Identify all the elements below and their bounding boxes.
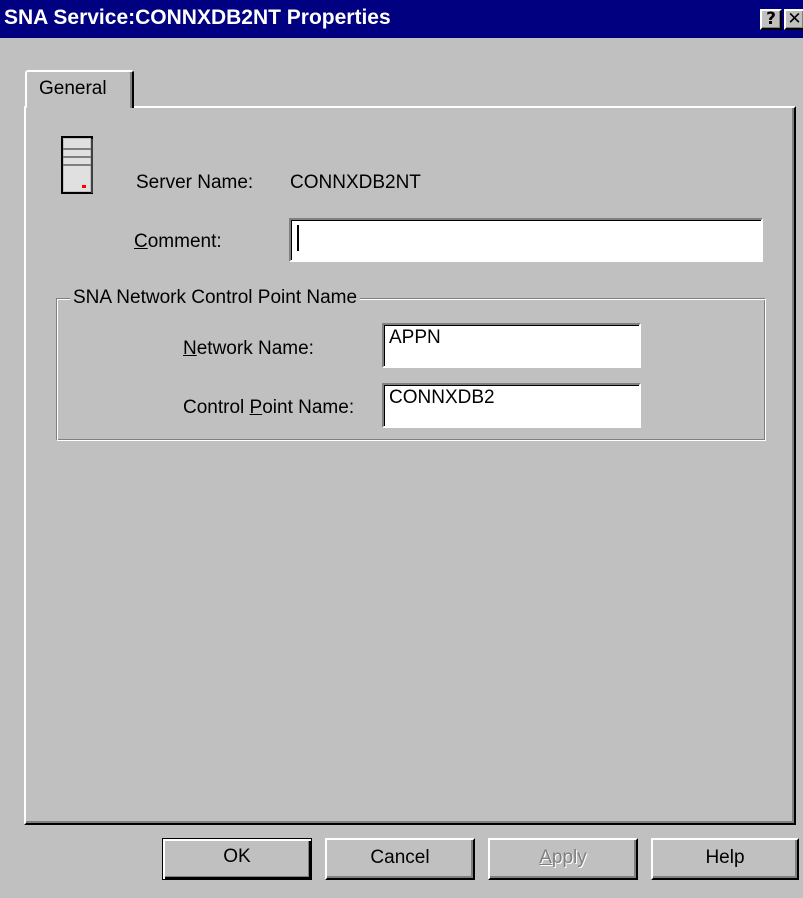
close-icon: ✕ xyxy=(787,9,802,29)
control-point-name-label: Control Point Name: xyxy=(183,397,355,418)
control-point-name-value: CONNXDB2 xyxy=(389,387,495,408)
general-tab-panel xyxy=(24,106,796,825)
comment-input[interactable] xyxy=(291,220,761,260)
title-bar[interactable]: SNA Service:CONNXDB2NT Properties ? ✕ xyxy=(0,0,803,38)
help-dialog-button[interactable]: Help xyxy=(651,838,799,880)
cancel-button[interactable]: Cancel xyxy=(325,838,475,880)
ok-button[interactable]: OK xyxy=(162,838,312,880)
group-title: SNA Network Control Point Name xyxy=(70,287,361,309)
server-icon xyxy=(61,136,93,194)
control-point-name-field[interactable]: CONNXDB2 xyxy=(382,383,641,428)
help-button[interactable]: ? xyxy=(760,9,782,30)
question-mark-icon: ? xyxy=(766,9,776,29)
comment-field[interactable] xyxy=(289,218,763,262)
window-title: SNA Service:CONNXDB2NT Properties xyxy=(4,6,391,29)
network-name-value: APPN xyxy=(389,327,441,348)
tab-general[interactable]: General xyxy=(25,70,134,108)
server-name-value: CONNXDB2NT xyxy=(290,172,421,193)
close-button[interactable]: ✕ xyxy=(784,9,803,30)
tab-general-label: General xyxy=(39,78,107,99)
apply-button[interactable]: Apply xyxy=(488,838,638,880)
text-caret xyxy=(297,225,299,251)
network-name-field[interactable]: APPN xyxy=(382,323,641,368)
comment-label: Comment: xyxy=(134,231,222,252)
network-name-label: Network Name: xyxy=(183,338,314,359)
server-name-label: Server Name: xyxy=(136,172,254,193)
